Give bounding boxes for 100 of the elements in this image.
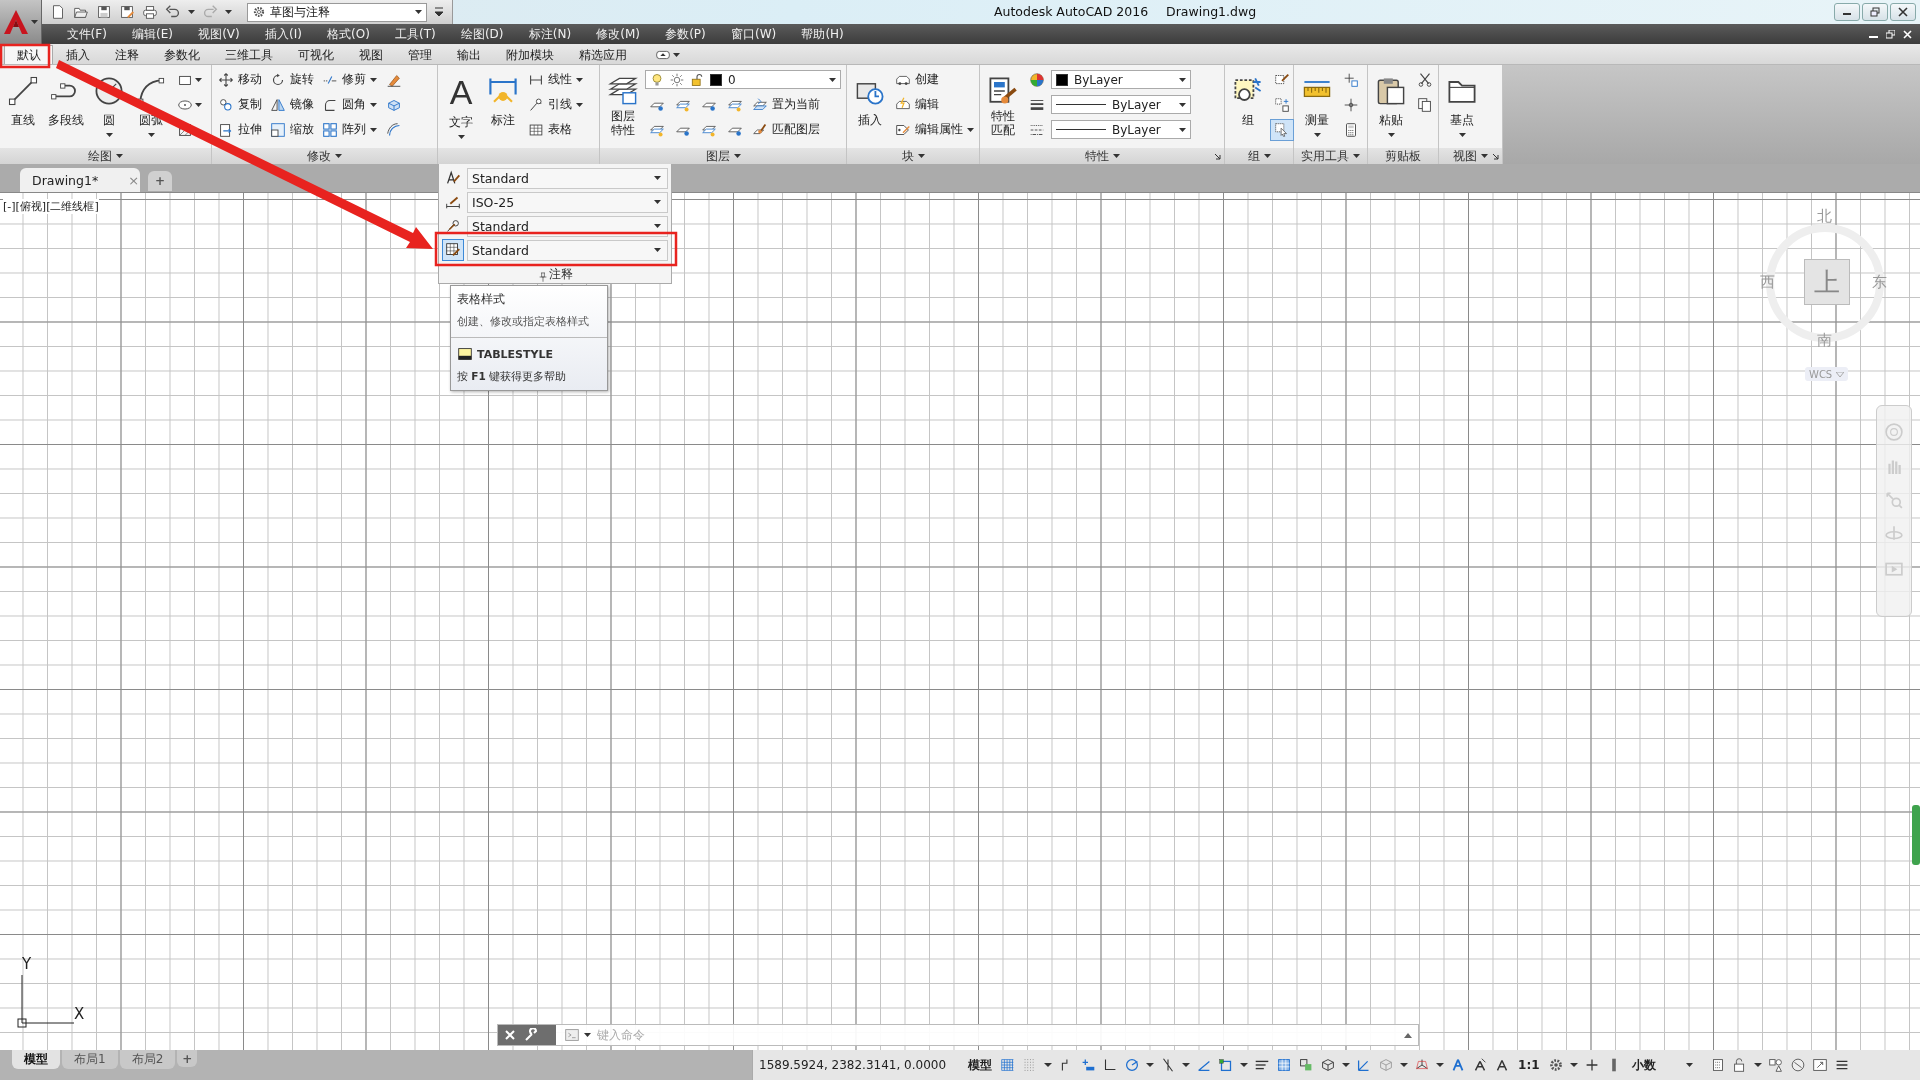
panel-title[interactable]: 块 (901, 147, 914, 165)
menu-item[interactable]: 修改(M) (583, 25, 653, 43)
panel-title[interactable]: 剪贴板 (1385, 147, 1421, 165)
caret-icon[interactable] (1313, 133, 1321, 137)
caret-icon[interactable] (1458, 133, 1466, 137)
ribbon-button[interactable]: 镜像 (267, 93, 317, 116)
caret-icon[interactable] (1179, 77, 1186, 82)
isolate-objects-icon[interactable] (1767, 1057, 1784, 1073)
workspace-dropdown[interactable]: 草图与注释 (247, 2, 427, 22)
caret-icon[interactable] (457, 135, 465, 139)
undo-icon[interactable] (165, 4, 181, 20)
ribbon-button[interactable]: 引线 (525, 93, 586, 116)
menu-item[interactable]: 编辑(E) (119, 25, 186, 43)
ribbon-tab[interactable]: 管理 (395, 45, 444, 64)
ribbon-tab[interactable]: 可视化 (285, 45, 346, 64)
menu-item[interactable]: 窗口(W) (718, 25, 789, 43)
minimize-button[interactable] (1834, 3, 1860, 21)
command-field[interactable]: 键入命令 (556, 1025, 1418, 1045)
menu-item[interactable]: 参数(P) (652, 25, 719, 43)
caret-icon[interactable] (576, 102, 583, 107)
caret-icon[interactable] (584, 1033, 591, 1037)
menu-item[interactable]: 帮助(H) (788, 25, 857, 43)
launcher-icon[interactable] (1214, 153, 1221, 160)
ribbon-button[interactable]: 阵列 (319, 118, 380, 141)
new-tab-button[interactable]: + (148, 171, 172, 191)
save-icon[interactable] (96, 4, 112, 20)
ribbon-button[interactable]: 粘贴 (1371, 68, 1411, 139)
new-file-icon[interactable] (50, 4, 66, 20)
layer-dropdown[interactable]: 0 (645, 70, 841, 89)
menu-item[interactable]: 标注(N) (516, 25, 584, 43)
menu-item[interactable]: 工具(T) (382, 25, 449, 43)
caret-icon[interactable] (147, 133, 155, 137)
viewport-label[interactable]: [-][俯视][二维线框] (3, 199, 99, 214)
caret-icon[interactable] (195, 77, 202, 82)
panel-title[interactable]: 绘图 (88, 147, 112, 165)
menu-item[interactable]: 文件(F) (54, 25, 120, 43)
ribbon-button[interactable]: 圆角 (319, 93, 380, 116)
layout-tab[interactable]: 布局1 (62, 1050, 118, 1069)
caret-icon[interactable] (225, 10, 232, 14)
style-dropdown[interactable]: Standard (467, 167, 668, 189)
ribbon-button[interactable]: 图层特性 (603, 68, 643, 139)
ribbon-tab[interactable]: 视图 (346, 45, 395, 64)
caret-icon[interactable] (370, 102, 377, 107)
caret-icon[interactable] (105, 133, 113, 137)
caret-icon[interactable] (335, 154, 342, 158)
style-dropdown[interactable]: Standard (467, 215, 668, 237)
close-icon[interactable] (1903, 29, 1912, 39)
caret-icon[interactable] (654, 224, 661, 228)
model-space-button[interactable]: 模型 (966, 1056, 995, 1074)
caret-icon[interactable] (1481, 154, 1488, 158)
caret-icon[interactable] (917, 154, 925, 158)
scroll-thumb[interactable] (1912, 805, 1920, 865)
ribbon-tab[interactable]: 参数化 (151, 45, 212, 64)
ribbon-button[interactable]: A 文字 (441, 68, 481, 141)
dynamic-input-icon[interactable] (1080, 1057, 1097, 1073)
ribbon-button[interactable]: 置为当前 (749, 93, 823, 116)
linetype-dropdown[interactable]: ByLayer (1051, 95, 1191, 114)
style-dropdown[interactable]: ISO-25 (467, 191, 668, 213)
menu-item[interactable]: 插入(I) (252, 25, 315, 43)
ribbon-button[interactable]: 线性 (525, 68, 586, 91)
layout-tab[interactable]: 模型 (12, 1050, 60, 1069)
ribbon-button[interactable]: 匹配图层 (749, 118, 823, 141)
layout-tab[interactable]: 布局2 (119, 1050, 176, 1069)
caret-icon[interactable] (654, 248, 661, 252)
ribbon-tab[interactable]: 注释 (102, 45, 151, 64)
caret-icon[interactable] (829, 77, 836, 82)
units-dropdown[interactable]: 小数 (1627, 1056, 1704, 1074)
ribbon-button[interactable]: 直线 (3, 68, 43, 129)
annotation-scale-button[interactable]: 1:1 (1516, 1058, 1542, 1072)
close-icon[interactable] (504, 1029, 516, 1041)
coordinates[interactable]: 1589.5924, 2382.3141, 0.0000 (759, 1058, 947, 1072)
ribbon-button[interactable]: 创建 (892, 68, 942, 91)
panel-title[interactable]: 修改 (307, 147, 331, 165)
customize-menu-icon[interactable] (434, 6, 444, 18)
restore-icon[interactable] (1886, 29, 1895, 39)
menu-item[interactable]: 视图(V) (185, 25, 253, 43)
menu-item[interactable]: 绘图(D) (448, 25, 517, 43)
ribbon-button[interactable]: 编辑属性 (892, 118, 977, 141)
hardware-acceleration-icon[interactable] (1789, 1057, 1806, 1073)
pin-icon[interactable] (537, 271, 549, 283)
ribbon-tab[interactable]: 附加模块 (493, 45, 566, 64)
ribbon-button[interactable]: 测量 (1297, 68, 1337, 139)
tab-label[interactable]: Drawing1* (32, 172, 99, 188)
panel-title[interactable]: 图层 (705, 147, 730, 165)
ribbon-button[interactable]: 表格 (525, 118, 575, 141)
expand-history-icon[interactable] (1404, 1032, 1412, 1038)
color-dropdown[interactable]: ByLayer (1051, 70, 1191, 89)
ribbon-button[interactable]: 插入 (850, 68, 890, 129)
ribbon-button[interactable]: 标注 (483, 68, 523, 129)
ribbon-button[interactable]: 编辑 (892, 93, 942, 116)
close-button[interactable] (1890, 3, 1916, 21)
ribbon-button[interactable]: 组 (1228, 68, 1268, 129)
ribbon-button[interactable]: 旋转 (267, 68, 317, 91)
caret-icon[interactable] (31, 20, 38, 24)
ribbon-button[interactable]: 特性匹配 (983, 68, 1023, 139)
menu-item[interactable]: 格式(O) (314, 25, 383, 43)
caret-icon[interactable] (116, 154, 123, 158)
caret-icon[interactable] (1685, 1063, 1693, 1067)
style-dropdown[interactable]: Standard (467, 239, 668, 261)
caret-icon[interactable] (370, 127, 377, 132)
